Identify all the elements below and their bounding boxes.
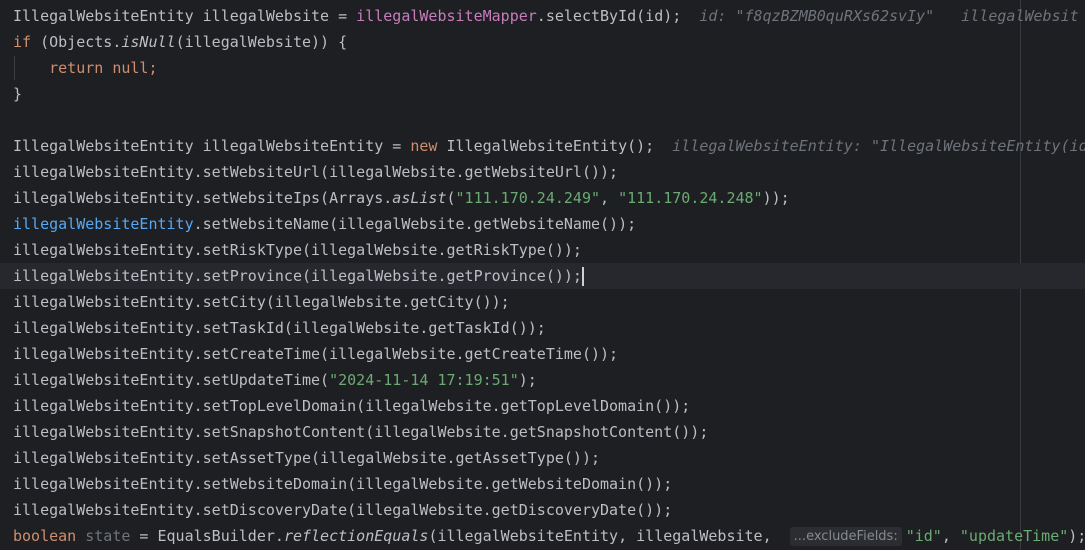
code-line-18[interactable]: illegalWebsiteEntity.setAssetType(illega… [13,445,1085,471]
code-text: ( [446,189,456,207]
code-line-19[interactable]: illegalWebsiteEntity.setWebsiteDomain(il… [13,471,1085,497]
code-text: IllegalWebsiteEntity(); [437,137,655,155]
keyword: boolean [13,527,77,545]
string-literal: "2024-11-14 17:19:51" [329,371,519,389]
code-line-10[interactable]: illegalWebsiteEntity.setRiskType(illegal… [13,237,1085,263]
code-text: illegalWebsiteEntity.setTaskId(illegalWe… [13,319,546,337]
string-literal: "111.170.24.249" [455,189,601,207]
code-line-11-current[interactable]: illegalWebsiteEntity.setProvince(illegal… [0,263,1085,289]
code-line-14[interactable]: illegalWebsiteEntity.setCreateTime(illeg… [13,341,1085,367]
code-text: (illegalWebsite)) { [175,33,348,51]
code-line-4[interactable]: } [13,81,1085,107]
code-text: illegalWebsiteEntity.setCreateTime(illeg… [13,345,619,363]
code-text: (Objects. [31,33,122,51]
keyword: if [13,33,32,51]
debug-inlay-hint: illegalWebsiteEntity: "IllegalWebsiteEnt… [672,137,1085,155]
code-text: (illegalWebsiteEntity, illegalWebsite, [428,527,781,545]
code-text: illegalWebsiteEntity.setTopLevelDomain(i… [13,397,691,415]
code-line-8[interactable]: illegalWebsiteEntity.setWebsiteIps(Array… [13,185,1085,211]
static-method: isNull [121,33,176,51]
code-text: illegalWebsiteEntity.setDiscoveryDate(il… [13,501,673,519]
code-text: ); [1068,527,1085,545]
code-text: )); [762,189,790,207]
code-line-17[interactable]: illegalWebsiteEntity.setSnapshotContent(… [13,419,1085,445]
static-method: reflectionEquals [283,527,429,545]
parameter-name-hint: ...excludeFields: [789,527,902,546]
field-reference: illegalWebsiteMapper [356,7,537,25]
code-text: , [941,527,960,545]
string-literal: "111.170.24.248" [618,189,763,207]
code-text: illegalWebsiteEntity.setWebsiteUrl(illeg… [13,163,619,181]
string-literal: "id" [905,527,942,545]
code-editor[interactable]: IllegalWebsiteEntity illegalWebsite = il… [0,0,1085,550]
code-text: } [13,85,23,103]
code-text: ; [148,59,158,77]
code-line-1[interactable]: IllegalWebsiteEntity illegalWebsite = il… [13,3,1085,29]
code-text: .selectById(id); [536,7,682,25]
code-line-21[interactable]: boolean state = EqualsBuilder.reflection… [13,523,1085,549]
code-text: = EqualsBuilder. [130,527,284,545]
code-line-9[interactable]: illegalWebsiteEntity.setWebsiteName(ille… [13,211,1085,237]
highlighted-variable: illegalWebsiteEntity [13,215,194,233]
code-text: illegalWebsiteEntity.setProvince(illegal… [13,267,582,285]
keyword: return [49,59,104,77]
code-line-16[interactable]: illegalWebsiteEntity.setTopLevelDomain(i… [13,393,1085,419]
keyword: new [410,137,438,155]
code-line-7[interactable]: illegalWebsiteEntity.setWebsiteUrl(illeg… [13,159,1085,185]
code-text: , [600,189,619,207]
code-text: illegalWebsiteEntity.setCity(illegalWebs… [13,293,510,311]
text-caret [581,267,584,286]
code-line-15[interactable]: illegalWebsiteEntity.setUpdateTime("2024… [13,367,1085,393]
debug-inlay-hint: illegalWebsit [961,7,1079,25]
code-line-2[interactable]: if (Objects.isNull(illegalWebsite)) { [13,29,1085,55]
code-line-3[interactable]: return null; [13,55,1085,81]
code-text: ); [518,371,537,389]
code-text: illegalWebsiteEntity.setRiskType(illegal… [13,241,582,259]
code-text: .setWebsiteName(illegalWebsite.getWebsit… [193,215,637,233]
code-text: illegalWebsiteEntity.setWebsiteDomain(il… [13,475,673,493]
code-text: IllegalWebsiteEntity illegalWebsiteEntit… [13,137,411,155]
static-method: asList [392,189,447,207]
code-line-6[interactable]: IllegalWebsiteEntity illegalWebsiteEntit… [13,133,1085,159]
unused-variable: state [85,527,131,545]
keyword: null [112,59,149,77]
code-text: illegalWebsiteEntity.setAssetType(illega… [13,449,600,467]
code-text: illegalWebsiteEntity.setSnapshotContent(… [13,423,709,441]
code-text: IllegalWebsiteEntity illegalWebsite = [13,7,357,25]
code-line-13[interactable]: illegalWebsiteEntity.setTaskId(illegalWe… [13,315,1085,341]
string-literal: "updateTime" [959,527,1069,545]
code-text: illegalWebsiteEntity.setWebsiteIps(Array… [13,189,393,207]
code-line-20[interactable]: illegalWebsiteEntity.setDiscoveryDate(il… [13,497,1085,523]
code-text: illegalWebsiteEntity.setUpdateTime( [13,371,330,389]
debug-inlay-hint: id: "f8qzBZMB0quRXs62svIy" [699,7,935,25]
code-line-12[interactable]: illegalWebsiteEntity.setCity(illegalWebs… [13,289,1085,315]
